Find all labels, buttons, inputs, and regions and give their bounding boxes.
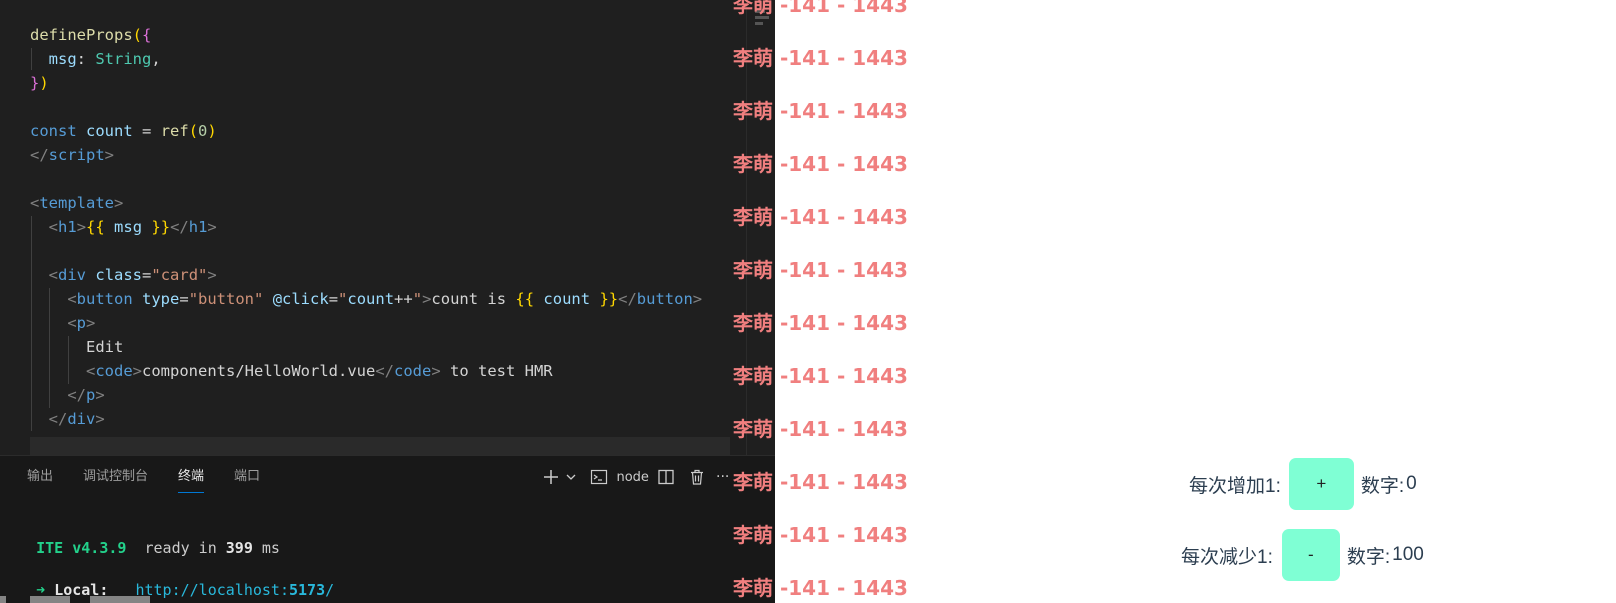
bottom-panel: 输出 调试控制台 终端 端口 node ··· ITE v4.3.9 ready… (0, 455, 775, 603)
code-line[interactable]: }) (30, 72, 49, 94)
code-line[interactable]: Edit (30, 336, 123, 358)
code-line[interactable]: <code>components/HelloWorld.vue</code> t… (30, 360, 553, 382)
tab-ports[interactable]: 端口 (234, 468, 260, 492)
increment-value: 0 (1406, 473, 1417, 494)
terminal-dropdown-button[interactable] (566, 466, 576, 488)
decrement-value-label: 数字: (1346, 546, 1391, 568)
increment-label: 每次增加1: (1189, 475, 1281, 497)
trash-icon (691, 469, 703, 485)
app-preview: 每次增加1: + 数字: 0 每次减少1: - 数字: 100 (775, 0, 1616, 602)
code-line[interactable]: </p> (30, 384, 104, 406)
terminal-line-local: ➜ Local: http://localhost:5173/ (0, 557, 334, 599)
tab-terminal[interactable]: 终端 (178, 468, 205, 493)
minimap-line (755, 16, 769, 19)
editor-horizontal-scrollbar[interactable] (30, 437, 730, 455)
indent-guide (31, 48, 32, 70)
minimap[interactable] (746, 0, 775, 455)
code-line[interactable]: defineProps({ (30, 24, 151, 46)
code-line[interactable]: msg: String, (30, 48, 161, 70)
decrement-row: 每次减少1: - 数字: 100 (1181, 529, 1424, 581)
more-actions-button[interactable]: ··· (716, 466, 729, 488)
minimap-line (755, 10, 765, 13)
ready-prefix: ready in (144, 539, 226, 557)
code-line[interactable]: </div> (30, 408, 105, 430)
ready-suffix: ms (252, 539, 280, 557)
plus-icon (544, 470, 558, 484)
chevron-down-icon (566, 474, 576, 480)
vite-version: ITE v4.3.9 (36, 539, 127, 557)
indent-guide (68, 336, 69, 384)
panel-tab-bar: 输出 调试控制台 终端 端口 node ··· (0, 456, 775, 496)
code-line[interactable]: const count = ref(0) (30, 120, 217, 142)
tab-output[interactable]: 输出 (27, 468, 53, 492)
split-icon (658, 469, 674, 485)
increment-value-label: 数字: (1360, 475, 1405, 497)
decrement-label: 每次减少1: (1181, 546, 1273, 568)
terminal-instance-label: node (616, 470, 649, 485)
terminal-line-vite: ITE v4.3.9 ready in 399 ms (0, 515, 280, 557)
decrement-button[interactable]: - (1281, 529, 1340, 581)
local-url-suffix: / (325, 581, 335, 599)
code-line[interactable]: <h1>{{ msg }}</h1> (30, 216, 217, 238)
minimap-line (755, 22, 763, 25)
indent-guide (31, 216, 32, 431)
code-line[interactable]: <button type="button" @click="count++">c… (30, 288, 702, 310)
split-terminal-button[interactable] (657, 466, 675, 488)
terminal-instance-node[interactable]: node (590, 466, 649, 488)
kill-terminal-button[interactable] (688, 466, 706, 488)
terminal-icon (590, 469, 608, 485)
increment-button[interactable]: + (1288, 458, 1354, 510)
indent-guide (49, 288, 50, 408)
decrement-value: 100 (1392, 544, 1424, 565)
code-editor[interactable]: defineProps({ msg: String,}) const count … (0, 0, 775, 455)
increment-row: 每次增加1: + 数字: 0 (1189, 458, 1417, 510)
ready-ms: 399 (225, 539, 253, 557)
code-line[interactable]: <p> (30, 312, 95, 334)
code-line[interactable]: <div class="card"> (30, 264, 217, 286)
code-line[interactable]: </script> (30, 144, 114, 166)
tab-debug-console[interactable]: 调试控制台 (83, 468, 148, 492)
new-terminal-button[interactable] (542, 466, 560, 488)
local-port: 5173 (289, 581, 326, 599)
code-line[interactable]: <template> (30, 192, 123, 214)
